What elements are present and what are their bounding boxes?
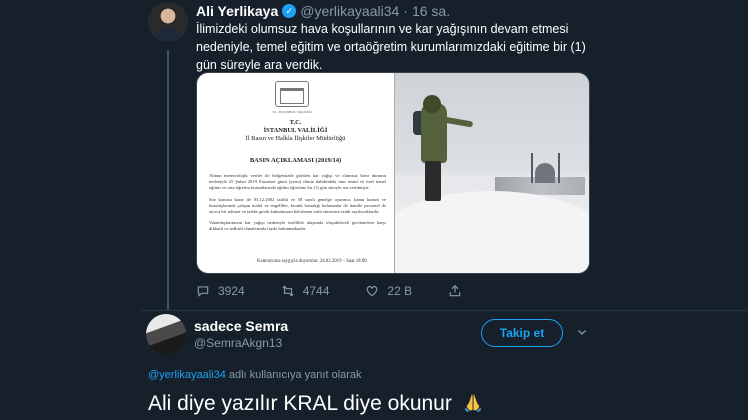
verified-badge-icon: ✓ (282, 4, 297, 18)
governorship-crest-logo (275, 81, 309, 107)
reply-tweet-text: Ali diye yazılır KRAL diye okunur (148, 391, 484, 416)
avatar-ali-yerlikaya[interactable] (148, 2, 188, 42)
minaret (558, 153, 560, 183)
praying-hands-emoji (464, 393, 481, 413)
reply-text-content: Ali diye yazılır KRAL diye okunur (148, 392, 452, 415)
replying-to-line: @yerlikayaali34 adlı kullanıcıya yanıt o… (148, 369, 362, 381)
like-action[interactable]: 22 B (365, 284, 412, 298)
replying-to-suffix: adlı kullanıcıya yanıt olarak (225, 369, 362, 381)
author-handle[interactable]: @yerlikayaali34 (300, 3, 399, 19)
press-release-image[interactable]: T.C. İSTANBUL VALİLİĞİ T.C. İSTANBUL VAL… (197, 73, 394, 273)
doc-body: Alınan meteorolojik veriler ile bölgemiz… (209, 173, 386, 238)
reply-count: 3924 (218, 284, 245, 298)
minaret (531, 153, 533, 183)
doc-footer: Kamuoyuna saygıyla duyurulur. 24.02.2019… (257, 259, 367, 264)
doc-title: BASIN AÇIKLAMASI (2019/14) (249, 157, 342, 164)
like-icon (367, 286, 378, 297)
reply-author-handle[interactable]: @SemraAkgn13 (194, 336, 282, 350)
doc-paragraph: Söz konusu karar ile 03.12.2002 tarihli … (209, 196, 386, 215)
reply-action[interactable]: 3924 (196, 284, 245, 298)
person-legs (425, 161, 441, 201)
reply-icon (197, 286, 209, 297)
tweet-media[interactable]: T.C. İSTANBUL VALİLİĞİ T.C. İSTANBUL VAL… (196, 72, 590, 274)
original-tweet-header: Ali Yerlikaya ✓ @yerlikayaali34 · 16 sa. (196, 3, 450, 19)
tweet-divider (140, 310, 748, 311)
retweet-icon (282, 285, 294, 297)
retweet-action[interactable]: 4744 (281, 284, 330, 298)
original-tweet-text: İlimizdeki olumsuz hava koşullarının ve … (196, 22, 586, 72)
replying-to-mention[interactable]: @yerlikayaali34 (148, 369, 226, 381)
separator-dot: · (403, 3, 408, 19)
reply-author-name[interactable]: sadece Semra (194, 318, 288, 334)
chevron-down-icon[interactable] (576, 326, 588, 338)
person-arm (442, 116, 474, 128)
author-name[interactable]: Ali Yerlikaya (196, 3, 278, 19)
tweet-timestamp[interactable]: 16 sa. (412, 3, 450, 19)
person-head (423, 95, 441, 113)
follow-button[interactable]: Takip et (481, 319, 563, 347)
mosque-dome (535, 163, 555, 183)
snowy-hill (395, 191, 589, 273)
retweet-count: 4744 (302, 284, 330, 298)
snow-photo[interactable] (394, 73, 589, 273)
doc-paragraph: Vatandaşlarımızın kar yağışı nedeniyle ö… (209, 220, 386, 232)
doc-line-tc: T.C. (289, 119, 302, 126)
like-count: 22 B (387, 284, 413, 298)
avatar-sadece-semra[interactable] (146, 314, 186, 354)
doc-line-directorate: İl Basın ve Halkla İlişkiler Müdürlüğü (245, 135, 346, 142)
crest-caption: T.C. İSTANBUL VALİLİĞİ (272, 110, 312, 114)
doc-paragraph: Alınan meteorolojik veriler ile bölgemiz… (209, 173, 386, 191)
doc-line-governorship: İSTANBUL VALİLİĞİ (263, 127, 328, 134)
tweet-actions: 3924 4744 22 B (196, 284, 498, 298)
share-action[interactable] (448, 284, 462, 298)
thread-connector-line (167, 50, 169, 310)
share-icon (449, 284, 461, 297)
